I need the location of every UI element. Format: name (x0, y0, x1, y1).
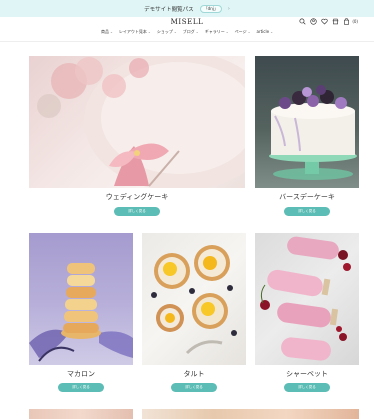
chevron-down-icon: ⌄ (225, 30, 229, 34)
nav-item-gallery[interactable]: ギャラリー⌄ (205, 29, 229, 35)
chevron-down-icon: ⌄ (147, 30, 151, 34)
nav-item-article[interactable]: article⌄ (257, 29, 273, 35)
nav-item-blog[interactable]: ブログ⌄ (183, 29, 199, 35)
product-image-macaron[interactable] (29, 233, 133, 365)
view-details-button[interactable]: 詳しく見る (284, 383, 330, 392)
nav-item-shop[interactable]: ショップ⌄ (157, 29, 177, 35)
product-title[interactable]: タルト (142, 369, 246, 379)
search-icon[interactable] (299, 18, 306, 25)
chevron-right-icon[interactable]: › (228, 6, 230, 12)
nav-item-layout[interactable]: レイアウト見本⌄ (119, 29, 151, 35)
view-details-button[interactable]: 詳しく見る (284, 207, 330, 216)
header-divider (0, 41, 374, 42)
cart-count: (0) (352, 19, 358, 24)
tart-image (151, 245, 237, 355)
main-nav: 商品⌄ レイアウト見本⌄ ショップ⌄ ブログ⌄ ギャラリー⌄ ページ⌄ arti… (0, 29, 374, 35)
chevron-down-icon: ⌄ (247, 30, 251, 34)
product-image-tart[interactable] (142, 233, 246, 365)
password-badge: 「dnj」 (199, 4, 222, 13)
product-title[interactable]: マカロン (29, 369, 133, 379)
header-icons: (0) (299, 18, 358, 25)
product-image-birthday-cake[interactable] (255, 56, 359, 188)
site-header: MISELL (0) 商品⌄ レイアウト見本⌄ ショップ⌄ ブログ⌄ ギャラリー… (0, 17, 374, 41)
sherbet-image (260, 236, 351, 361)
heart-icon[interactable] (321, 18, 328, 25)
announcement-bar: デモサイト閲覧パス 「dnj」 › (0, 0, 374, 17)
wedding-cake-image (37, 56, 245, 188)
chevron-down-icon: ⌄ (109, 30, 113, 34)
account-icon[interactable] (310, 18, 317, 25)
macaron-image (29, 263, 133, 362)
chevron-down-icon: ⌄ (173, 30, 177, 34)
view-details-button[interactable]: 詳しく見る (114, 207, 160, 216)
product-title[interactable]: シャーベット (255, 369, 359, 379)
view-details-button[interactable]: 詳しく見る (58, 383, 104, 392)
announcement-text: デモサイト閲覧パス (144, 6, 194, 13)
product-image-next-row[interactable] (29, 409, 133, 419)
nav-item-products[interactable]: 商品⌄ (101, 29, 113, 35)
birthday-cake-image (269, 85, 357, 180)
product-title[interactable]: バースデーケーキ (255, 192, 359, 202)
product-title[interactable]: ウェディングケーキ (29, 192, 245, 202)
chevron-down-icon: ⌄ (195, 30, 199, 34)
view-details-button[interactable]: 詳しく見る (171, 383, 217, 392)
product-image-sherbet[interactable] (255, 233, 359, 365)
nav-item-pages[interactable]: ページ⌄ (235, 29, 251, 35)
chevron-down-icon: ⌄ (270, 30, 274, 34)
store-icon[interactable] (332, 18, 339, 25)
product-image-wedding-cake[interactable] (29, 56, 245, 188)
product-image-next-row[interactable] (142, 409, 359, 419)
cart-icon[interactable] (343, 18, 350, 25)
